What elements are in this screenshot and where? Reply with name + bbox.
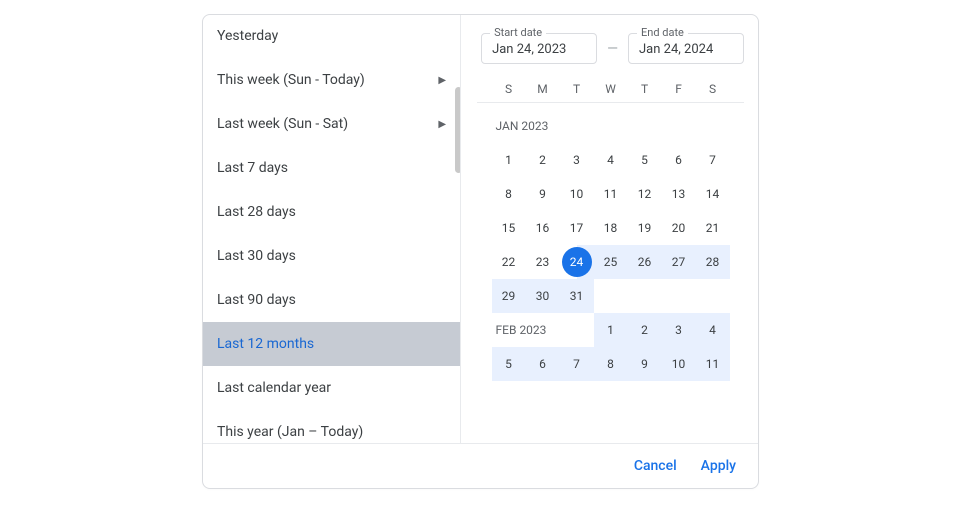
calendar-day[interactable]: 9 bbox=[628, 347, 662, 381]
action-bar: Cancel Apply bbox=[203, 443, 758, 488]
weekday-label: S bbox=[696, 82, 730, 96]
preset-label: Last week (Sun - Sat) bbox=[217, 116, 432, 132]
date-range-picker: YesterdayThis week (Sun - Today)▶Last we… bbox=[202, 14, 759, 489]
calendar-day[interactable]: 1 bbox=[594, 313, 628, 347]
calendar-day[interactable]: 12 bbox=[628, 177, 662, 211]
calendar-months[interactable]: JAN 202312345678910111213141516171819202… bbox=[477, 109, 744, 439]
calendar-day[interactable]: 21 bbox=[696, 211, 730, 245]
calendar-day[interactable]: 6 bbox=[662, 143, 696, 177]
calendar-day[interactable]: 28 bbox=[696, 245, 730, 279]
calendar-row: 567891011 bbox=[477, 347, 744, 381]
preset-label: Last calendar year bbox=[217, 380, 446, 396]
calendar-day[interactable]: 24 bbox=[560, 245, 594, 279]
weekday-header: SMTWTFS bbox=[477, 82, 744, 103]
calendar-day[interactable]: 27 bbox=[662, 245, 696, 279]
cancel-button[interactable]: Cancel bbox=[634, 458, 677, 474]
preset-label: Last 7 days bbox=[217, 160, 446, 176]
preset-label: Yesterday bbox=[217, 28, 446, 44]
calendar-day[interactable]: 29 bbox=[492, 279, 526, 313]
picker-main: YesterdayThis week (Sun - Today)▶Last we… bbox=[203, 15, 758, 443]
calendar-day[interactable]: 22 bbox=[492, 245, 526, 279]
calendar-day[interactable]: 10 bbox=[560, 177, 594, 211]
calendar-day[interactable]: 19 bbox=[628, 211, 662, 245]
calendar-day[interactable]: 10 bbox=[662, 347, 696, 381]
calendar-day[interactable]: 8 bbox=[594, 347, 628, 381]
end-date-legend: End date bbox=[637, 26, 688, 39]
apply-button[interactable]: Apply bbox=[701, 458, 736, 474]
calendar-day[interactable]: 4 bbox=[594, 143, 628, 177]
preset-item[interactable]: Last calendar year bbox=[203, 366, 460, 410]
chevron-right-icon: ▶ bbox=[438, 119, 446, 130]
calendar-day[interactable]: 8 bbox=[492, 177, 526, 211]
preset-item[interactable]: Last 28 days bbox=[203, 190, 460, 234]
calendar-day[interactable]: 9 bbox=[526, 177, 560, 211]
weekday-label: T bbox=[560, 82, 594, 96]
month-label: JAN 2023 bbox=[492, 119, 594, 133]
preset-label: This week (Sun - Today) bbox=[217, 72, 432, 88]
start-date-legend: Start date bbox=[490, 26, 546, 39]
calendar-day[interactable]: 4 bbox=[696, 313, 730, 347]
month-header-row: JAN 2023 bbox=[477, 109, 744, 143]
preset-item[interactable]: This week (Sun - Today) ▶ bbox=[203, 58, 460, 102]
calendar-day[interactable]: 6 bbox=[526, 347, 560, 381]
weekday-label: M bbox=[526, 82, 560, 96]
preset-label: Last 90 days bbox=[217, 292, 446, 308]
calendar-row: 293031 bbox=[477, 279, 744, 313]
preset-label: Last 12 months bbox=[217, 336, 446, 352]
end-date-value: Jan 24, 2024 bbox=[639, 42, 733, 57]
calendar-day[interactable]: 7 bbox=[696, 143, 730, 177]
calendar-row: 15161718192021 bbox=[477, 211, 744, 245]
calendar-day[interactable]: 3 bbox=[662, 313, 696, 347]
calendar-day[interactable]: 14 bbox=[696, 177, 730, 211]
calendar-day[interactable]: 16 bbox=[526, 211, 560, 245]
calendar-day[interactable]: 18 bbox=[594, 211, 628, 245]
calendar-day[interactable]: 5 bbox=[492, 347, 526, 381]
end-date-input[interactable]: End date Jan 24, 2024 bbox=[628, 33, 744, 64]
calendar-day[interactable]: 2 bbox=[526, 143, 560, 177]
preset-item[interactable]: Last 7 days bbox=[203, 146, 460, 190]
preset-label: Last 28 days bbox=[217, 204, 446, 220]
start-date-value: Jan 24, 2023 bbox=[492, 42, 586, 57]
date-inputs: Start date Jan 24, 2023 — End date Jan 2… bbox=[477, 33, 744, 64]
calendar-row: FEB 20231234 bbox=[477, 313, 744, 347]
date-range-separator: — bbox=[607, 41, 618, 57]
preset-label: This year (Jan – Today) bbox=[217, 424, 446, 440]
calendar-day[interactable]: 26 bbox=[628, 245, 662, 279]
preset-item[interactable]: Last 12 months bbox=[203, 322, 460, 366]
calendar-day[interactable]: 1 bbox=[492, 143, 526, 177]
preset-pane: YesterdayThis week (Sun - Today)▶Last we… bbox=[203, 15, 461, 443]
preset-item[interactable]: Last week (Sun - Sat) ▶ bbox=[203, 102, 460, 146]
calendar-day[interactable]: 20 bbox=[662, 211, 696, 245]
chevron-right-icon: ▶ bbox=[438, 75, 446, 86]
preset-label: Last 30 days bbox=[217, 248, 446, 264]
calendar-row: 891011121314 bbox=[477, 177, 744, 211]
preset-item[interactable]: Last 30 days bbox=[203, 234, 460, 278]
calendar-day[interactable]: 7 bbox=[560, 347, 594, 381]
calendar-pane: Start date Jan 24, 2023 — End date Jan 2… bbox=[461, 15, 758, 443]
calendar-row: 1234567 bbox=[477, 143, 744, 177]
weekday-label: W bbox=[594, 82, 628, 96]
start-date-input[interactable]: Start date Jan 24, 2023 bbox=[481, 33, 597, 64]
calendar-day[interactable]: 17 bbox=[560, 211, 594, 245]
calendar-day[interactable]: 5 bbox=[628, 143, 662, 177]
calendar-day[interactable]: 23 bbox=[526, 245, 560, 279]
calendar-day[interactable]: 15 bbox=[492, 211, 526, 245]
calendar-day[interactable]: 11 bbox=[696, 347, 730, 381]
preset-list[interactable]: YesterdayThis week (Sun - Today)▶Last we… bbox=[203, 15, 460, 443]
calendar-day[interactable]: 2 bbox=[628, 313, 662, 347]
calendar-day[interactable]: 11 bbox=[594, 177, 628, 211]
calendar-day[interactable]: 3 bbox=[560, 143, 594, 177]
calendar-day[interactable]: 25 bbox=[594, 245, 628, 279]
calendar-day[interactable]: 31 bbox=[560, 279, 594, 313]
weekday-label: T bbox=[628, 82, 662, 96]
preset-item[interactable]: This year (Jan – Today) bbox=[203, 410, 460, 443]
calendar-day[interactable]: 30 bbox=[526, 279, 560, 313]
calendar-row: 22232425262728 bbox=[477, 245, 744, 279]
weekday-label: S bbox=[492, 82, 526, 96]
preset-item[interactable]: Last 90 days bbox=[203, 278, 460, 322]
preset-item[interactable]: Yesterday bbox=[203, 15, 460, 58]
weekday-label: F bbox=[662, 82, 696, 96]
calendar-day[interactable]: 13 bbox=[662, 177, 696, 211]
month-label: FEB 2023 bbox=[492, 323, 594, 337]
